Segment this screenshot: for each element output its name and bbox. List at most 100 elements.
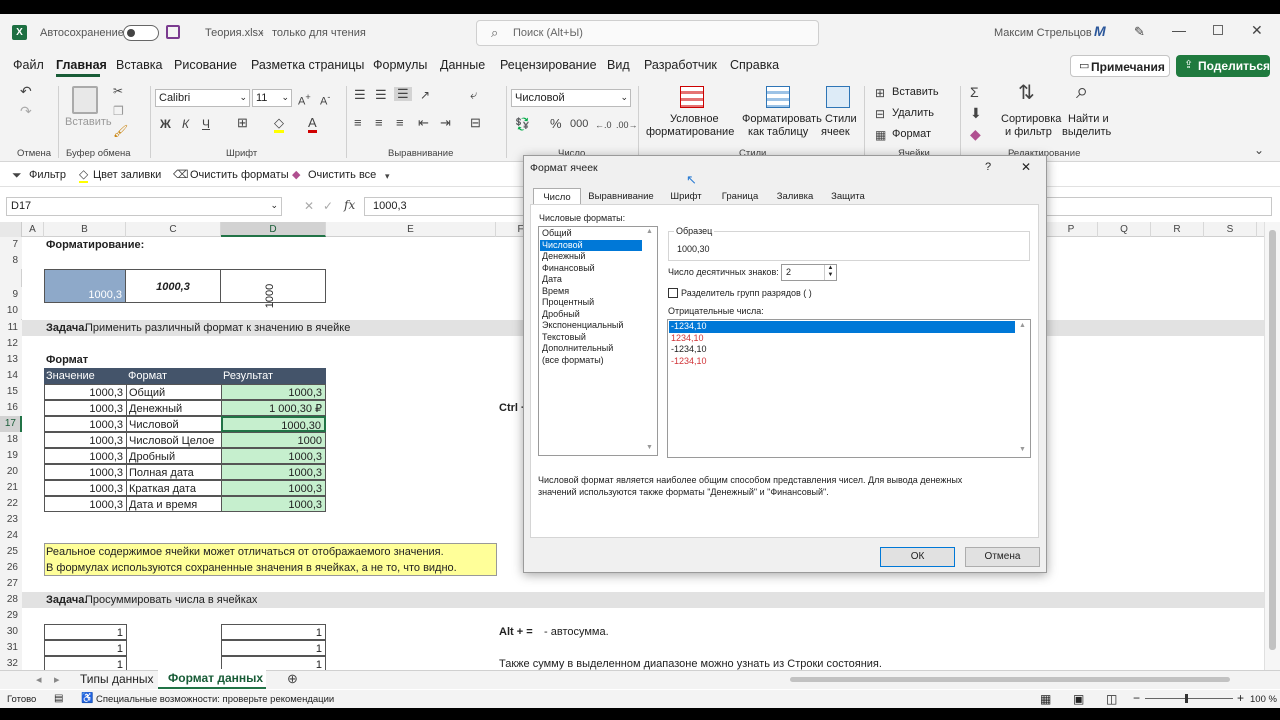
clear-formats-icon[interactable]: ⌫ bbox=[173, 168, 189, 182]
user-avatar[interactable]: М bbox=[1094, 23, 1106, 39]
cell-d31[interactable]: 1 bbox=[221, 640, 326, 656]
dialog-tab-fill[interactable]: Заливка bbox=[770, 188, 820, 205]
clear-all-button[interactable]: Очистить все bbox=[308, 169, 376, 181]
row-header[interactable]: 16 bbox=[0, 400, 22, 416]
accessibility-icon[interactable]: ♿ bbox=[81, 693, 93, 704]
fill-color-icon[interactable]: ◇ bbox=[79, 167, 89, 183]
row-header[interactable]: 21 bbox=[0, 480, 22, 496]
save-icon[interactable] bbox=[166, 25, 180, 39]
row-header[interactable]: 22 bbox=[0, 496, 22, 512]
decimals-stepper[interactable]: 2 ▲ ▼ bbox=[781, 264, 837, 281]
column-header[interactable]: R bbox=[1151, 222, 1204, 237]
align-top-icon[interactable]: ☰ bbox=[354, 88, 366, 102]
format-table-label-2[interactable]: как таблицу bbox=[748, 126, 808, 138]
scroll-up-icon[interactable]: ▲ bbox=[646, 228, 653, 235]
table-cell-value[interactable]: 1000,3 bbox=[44, 464, 127, 480]
column-header[interactable]: P bbox=[1045, 222, 1098, 237]
currency-icon[interactable]: 💱 bbox=[515, 117, 530, 131]
pen-icon[interactable]: ✎ bbox=[1134, 24, 1145, 40]
stepper-buttons[interactable]: ▲ ▼ bbox=[824, 265, 836, 280]
font-size-select[interactable]: 11 ⌄ bbox=[252, 89, 292, 107]
negative-option[interactable]: -1234,10 bbox=[669, 356, 1015, 368]
column-header[interactable]: B bbox=[44, 222, 126, 237]
orientation-icon[interactable]: ↗ bbox=[420, 88, 430, 102]
italic-icon[interactable]: К bbox=[182, 117, 189, 131]
find-select-icon[interactable]: ⌕ bbox=[1076, 80, 1088, 102]
conditional-format-label-2[interactable]: форматирование bbox=[646, 126, 734, 138]
table-cell-value[interactable]: 1000,3 bbox=[44, 448, 127, 464]
insert-cells-icon[interactable]: ⊞ bbox=[875, 86, 885, 100]
delete-cells-icon[interactable]: ⊟ bbox=[875, 107, 885, 121]
table-cell-result[interactable]: 1000,3 bbox=[221, 464, 326, 480]
increase-font-icon[interactable]: A+ bbox=[298, 90, 311, 109]
increase-decimal-icon[interactable]: ←.0 bbox=[595, 118, 612, 132]
zoom-slider[interactable] bbox=[1145, 698, 1233, 699]
column-header-selected[interactable]: D bbox=[221, 222, 326, 237]
cell-styles-label-2[interactable]: ячеек bbox=[821, 126, 850, 138]
tab-data[interactable]: Данные bbox=[440, 58, 485, 72]
table-cell-value[interactable]: 1000,3 bbox=[44, 416, 127, 432]
format-cells-label[interactable]: Формат bbox=[892, 128, 931, 140]
table-cell-format[interactable]: Числовой Целое bbox=[126, 432, 222, 448]
table-cell-result[interactable]: 1000 bbox=[221, 432, 326, 448]
scroll-thumb[interactable] bbox=[790, 677, 1230, 682]
cut-icon[interactable]: ✂ bbox=[113, 84, 123, 98]
redo-icon[interactable]: ↷ bbox=[20, 104, 32, 118]
tab-file[interactable]: Файл bbox=[13, 58, 44, 72]
paste-icon[interactable] bbox=[72, 86, 98, 114]
row-header[interactable]: 31 bbox=[0, 640, 22, 656]
select-all-corner[interactable] bbox=[0, 222, 22, 237]
row-header[interactable]: 30 bbox=[0, 624, 22, 640]
format-cells-icon[interactable]: ▦ bbox=[875, 128, 886, 142]
category-item-selected[interactable]: Числовой bbox=[540, 239, 642, 251]
row-header[interactable]: 12 bbox=[0, 336, 22, 352]
alt-shortcut-desc[interactable]: - автосумма. bbox=[544, 624, 609, 640]
cancel-button[interactable]: Отмена bbox=[965, 547, 1040, 567]
minimize-icon[interactable]: — bbox=[1172, 22, 1186, 38]
paste-label[interactable]: Вставить bbox=[65, 116, 112, 128]
column-header[interactable]: Q bbox=[1098, 222, 1151, 237]
tab-review[interactable]: Рецензирование bbox=[500, 58, 597, 72]
undo-icon[interactable]: ↶ bbox=[20, 84, 32, 98]
category-item[interactable]: Денежный bbox=[540, 251, 642, 262]
dialog-tab-alignment[interactable]: Выравнивание bbox=[584, 188, 658, 205]
percent-icon[interactable]: % bbox=[550, 117, 562, 131]
align-bottom-icon[interactable]: ☰ bbox=[394, 87, 412, 101]
separator-checkbox[interactable] bbox=[668, 288, 678, 298]
category-item[interactable]: Экспоненциальный bbox=[540, 320, 642, 331]
collapse-ribbon-icon[interactable]: ⌄ bbox=[1254, 143, 1264, 157]
align-middle-icon[interactable]: ☰ bbox=[375, 88, 387, 102]
wrap-text-icon[interactable]: ⤶ bbox=[470, 88, 477, 102]
align-center-icon[interactable]: ≡ bbox=[375, 116, 383, 130]
help-icon[interactable]: ? bbox=[985, 161, 991, 173]
dialog-tab-protection[interactable]: Защита bbox=[824, 188, 872, 205]
fill-color-button[interactable]: Цвет заливки bbox=[93, 169, 161, 181]
confirm-entry-icon[interactable]: ✓ bbox=[323, 199, 333, 213]
note-line-2[interactable]: В формулах используются сохраненные знач… bbox=[44, 560, 457, 576]
sort-filter-icon[interactable]: ⇅ bbox=[1018, 83, 1035, 103]
column-header[interactable]: C bbox=[126, 222, 221, 237]
align-right-icon[interactable]: ≡ bbox=[396, 116, 404, 130]
cell-styles-icon[interactable] bbox=[826, 86, 850, 108]
dialog-tab-border[interactable]: Граница bbox=[714, 188, 766, 205]
conditional-format-icon[interactable] bbox=[680, 86, 704, 108]
macro-icon[interactable]: ▤ bbox=[54, 693, 63, 704]
row-header[interactable]: 11 bbox=[0, 320, 22, 336]
decrease-decimal-icon[interactable]: .00→ bbox=[616, 118, 638, 132]
row-header[interactable]: 23 bbox=[0, 512, 22, 528]
page-layout-icon[interactable]: ▣ bbox=[1073, 692, 1084, 706]
row-header[interactable]: 10 bbox=[0, 303, 22, 319]
font-color-icon[interactable]: A bbox=[308, 116, 317, 133]
clear-icon[interactable]: ◆ bbox=[970, 127, 981, 141]
conditional-format-label-1[interactable]: Условное bbox=[670, 113, 719, 125]
fill-down-icon[interactable]: ⬇ bbox=[970, 106, 982, 120]
scroll-thumb[interactable] bbox=[1269, 230, 1276, 650]
cell-b30[interactable]: 1 bbox=[44, 624, 127, 640]
filter-button[interactable]: Фильтр bbox=[29, 169, 66, 181]
dialog-close-icon[interactable]: ✕ bbox=[1021, 160, 1031, 174]
align-left-icon[interactable]: ≡ bbox=[354, 116, 362, 130]
name-box[interactable]: D17 ⌄ bbox=[6, 197, 282, 216]
column-header[interactable]: E bbox=[326, 222, 496, 237]
cell-styles-label-1[interactable]: Стили bbox=[825, 113, 857, 125]
customize-toolbar-icon[interactable]: ▾ bbox=[385, 169, 390, 183]
